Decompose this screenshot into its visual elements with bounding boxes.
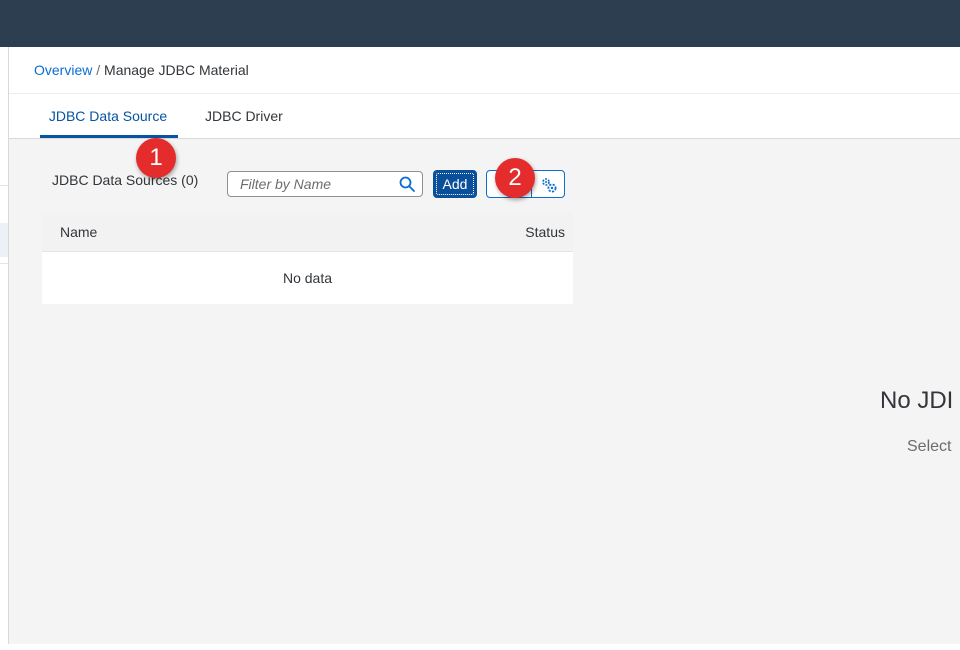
settings-icon [542,178,557,193]
column-header-status[interactable]: Status [525,224,565,240]
annotation-marker-2: 2 [495,158,535,198]
data-sources-table: Name Status No data [42,213,573,304]
empty-table-text: No data [282,270,333,286]
search-input[interactable] [240,175,390,193]
tab-jdbc-data-source[interactable]: JDBC Data Source [40,94,178,138]
breadcrumb-separator: / [96,62,101,78]
detail-empty-title: No JDI [880,387,954,414]
breadcrumb-overview-link[interactable]: Overview [34,62,92,78]
tab-jdbc-driver[interactable]: JDBC Driver [205,94,283,138]
add-button[interactable]: Add [433,170,477,198]
breadcrumb: Overview / Manage JDBC Material [34,62,249,78]
nav-divider [0,263,8,264]
annotation-marker-1: 1 [136,138,176,178]
main-content: Overview / Manage JDBC Material JDBC Dat… [9,47,960,644]
breadcrumb-bar: Overview / Manage JDBC Material [9,47,960,94]
column-header-name[interactable]: Name [60,224,97,240]
search-field[interactable] [227,171,423,197]
table-header: Name Status [42,213,573,252]
tab-bar: JDBC Data Source JDBC Driver [9,94,960,139]
list-title: JDBC Data Sources (0) [52,172,199,188]
shell-header [0,0,960,47]
side-navigation [0,47,9,644]
breadcrumb-current: Manage JDBC Material [104,62,249,78]
detail-empty-subtitle: Select [907,438,952,455]
nav-selected-item[interactable] [0,223,8,257]
settings-button[interactable] [531,170,565,198]
search-icon[interactable] [398,175,416,193]
bottom-strip [0,644,960,650]
nav-divider [0,185,8,186]
